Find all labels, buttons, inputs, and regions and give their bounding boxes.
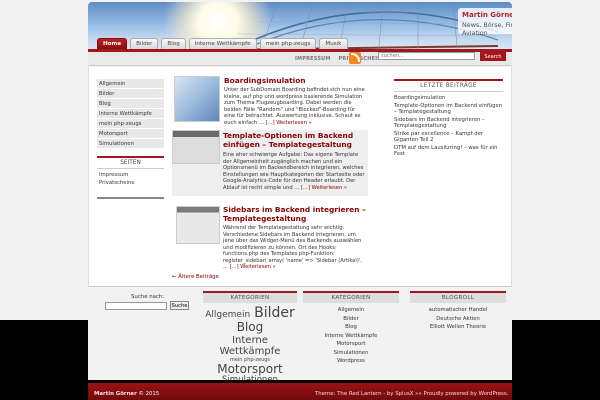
post-template-optionen: Template-Optionen im Backend einfügen – … (172, 130, 368, 196)
recent-post-link[interactable]: DTM auf dem Lausitzring! – was für ein F… (394, 145, 503, 158)
tag-cloud-heading: KATEGORIEN (203, 291, 297, 303)
post-boardingsimulation: Boardingsimulation Unter der SubDomain B… (172, 76, 368, 126)
blogroll-link[interactable]: Elliott Wellen Theorie (410, 323, 506, 332)
sidebar-item-simulationen[interactable]: Simulationen (97, 139, 164, 149)
read-more-link[interactable]: [...] Weiterlesen » (230, 264, 276, 270)
site-description: News, Börse, Finanzen, Wirtschaft, Aviat… (462, 21, 512, 37)
read-more-link[interactable]: [...] Weiterlesen » (266, 120, 312, 126)
blogroll-heading: BLOGROLL (410, 291, 506, 303)
post-thumbnail[interactable] (172, 130, 220, 164)
categories-widget: KATEGORIEN Allgemein Bilder Blog Interne… (303, 291, 399, 366)
category-link[interactable]: Simulationen (303, 349, 399, 358)
older-entries-link[interactable]: ← Ältere Beiträge (172, 274, 219, 280)
post-thumbnail[interactable] (176, 206, 220, 244)
sidebar-item-interne-wettkaempfe[interactable]: Interne Wettkämpfe (97, 109, 164, 119)
post-thumbnail[interactable] (174, 76, 220, 122)
site-title-box: Martin Görner News, Börse, Finanzen, Wir… (458, 8, 512, 37)
tab-php-zeugs[interactable]: mein php-zeugs (259, 38, 317, 49)
sidebar-item-php-zeugs[interactable]: mein php-zeugs (97, 119, 164, 129)
blogroll-link[interactable]: Deutsche Aktien (410, 315, 506, 324)
footer-name[interactable]: Martin Görner (94, 391, 137, 397)
category-link[interactable]: Wordpress (303, 357, 399, 366)
footer-shadow-left (0, 320, 88, 380)
recent-post-link[interactable]: Strike par excellence – Kampf der Gigant… (394, 131, 503, 144)
post-excerpt: Eine eher schwierige Aufgabe: Das eigene… (223, 152, 365, 191)
category-link[interactable]: Motorsport (303, 340, 399, 349)
footer-credits: Theme: The Red Lantern - by SplusX »» Pr… (315, 391, 509, 397)
site-title[interactable]: Martin Görner (462, 11, 512, 19)
sub-nav-links: IMPRESSUM PRIVATSCHEINE (295, 56, 385, 62)
header-search-input[interactable] (378, 52, 475, 60)
page-link-privatscheine[interactable]: Privatscheine (97, 179, 164, 187)
pages-heading: SEITEN (97, 156, 164, 169)
sub-link-impressum[interactable]: IMPRESSUM (295, 56, 331, 62)
rss-icon[interactable] (349, 52, 361, 64)
tab-home[interactable]: Home (97, 38, 128, 49)
main-nav: Home Bilder Blog Interne Wettkämpfe mein… (97, 38, 348, 49)
recent-post-link[interactable]: Sidebars im Backend integrieren – Templa… (394, 117, 503, 130)
right-sidebar: LETZTE BEITRÄGE Boardingsimulation Templ… (394, 79, 503, 158)
category-link[interactable]: Blog (303, 323, 399, 332)
footer-divider (88, 286, 512, 287)
tag-cloud-link[interactable]: Blog (237, 321, 264, 334)
tab-blog[interactable]: Blog (161, 38, 186, 49)
categories-heading: KATEGORIEN (303, 291, 399, 303)
footer-search-input[interactable] (105, 302, 167, 310)
sidebar-divider (97, 197, 164, 199)
footer-shadow-right (512, 320, 600, 380)
category-link[interactable]: Bilder (303, 315, 399, 324)
left-sidebar: Allgemein Bilder Blog Interne Wettkämpfe… (97, 79, 164, 199)
footer-copyright: Martin Görner © 2015 (94, 391, 159, 397)
category-link[interactable]: Allgemein (303, 306, 399, 315)
tab-musik[interactable]: Musik (319, 38, 348, 49)
sidebar-item-bilder[interactable]: Bilder (97, 89, 164, 99)
tag-cloud-link[interactable]: Interne Wettkämpfe (204, 335, 296, 357)
category-link[interactable]: Interne Wettkämpfe (303, 332, 399, 341)
blogroll-link[interactable]: automatischer Handel (410, 306, 506, 315)
footer-year: © 2015 (138, 391, 160, 397)
footer-search-button[interactable]: Suche (170, 301, 189, 310)
post-excerpt: Während der Templategestaltung sehr wich… (223, 225, 362, 270)
sidebar-item-allgemein[interactable]: Allgemein (97, 79, 164, 89)
sidebar-item-blog[interactable]: Blog (97, 99, 164, 109)
recent-post-link[interactable]: Template-Optionen im Backend einfügen – … (394, 103, 503, 116)
post-excerpt: Unter der SubDomain Boarding befindet si… (224, 87, 365, 126)
tab-bilder[interactable]: Bilder (130, 38, 159, 49)
recent-post-link[interactable]: Boardingsimulation (394, 95, 503, 102)
read-more-link[interactable]: [...] Weiterlesen » (301, 185, 347, 191)
recent-posts-heading: LETZTE BEITRÄGE (394, 79, 503, 92)
page-link-impressum[interactable]: Impressum (97, 171, 164, 179)
footer-search-label: Suche nach: (131, 294, 165, 300)
post-sidebars-backend: Sidebars im Backend integrieren – Templa… (172, 205, 368, 270)
tab-interne-wettkaempfe[interactable]: Interne Wettkämpfe (188, 38, 257, 49)
blogroll-widget: BLOGROLL automatischer Handel Deutsche A… (410, 291, 506, 332)
sidebar-item-motorsport[interactable]: Motorsport (97, 129, 164, 139)
header-search-button[interactable]: Search (480, 52, 506, 61)
tag-cloud-link[interactable]: Bilder (254, 305, 295, 321)
